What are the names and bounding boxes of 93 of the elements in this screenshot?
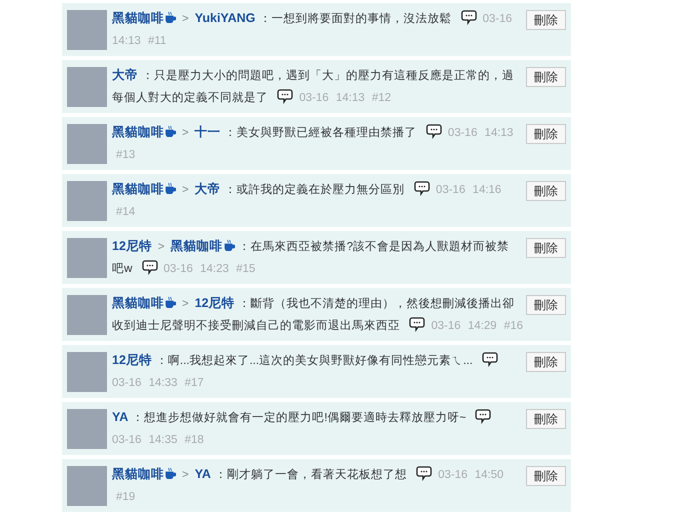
comment-icon[interactable]	[142, 259, 158, 275]
comment-date: 03-16	[299, 92, 329, 104]
comment-date: 03-16	[482, 13, 512, 25]
delete-button[interactable]: 刪除	[526, 409, 566, 429]
coffee-cup-icon	[165, 296, 176, 308]
coffee-cup-icon	[165, 182, 176, 194]
coffee-cup-icon	[224, 239, 235, 251]
comment-time: 14:13	[484, 127, 514, 139]
user-name-link[interactable]: 黑貓咖啡	[112, 182, 164, 196]
comment-text: ：只是壓力大小的問題吧，遇到「大」的壓力有這種反應是正常的，過	[142, 70, 514, 82]
comment-time: 14:33	[148, 377, 178, 389]
floor-number: #15	[236, 263, 256, 275]
comment-icon[interactable]	[409, 316, 426, 332]
user-name-link[interactable]: 大帝	[112, 68, 138, 82]
comment-icon[interactable]	[426, 123, 442, 139]
comment-time: 14:16	[472, 184, 502, 196]
coffee-cup-icon	[165, 125, 176, 137]
floor-number: #14	[116, 206, 136, 218]
floor-number: #16	[504, 320, 523, 332]
coffee-cup-icon	[165, 11, 176, 23]
delete-button[interactable]: 刪除	[526, 238, 566, 258]
user-name-link[interactable]: 黑貓咖啡	[112, 125, 164, 139]
comment-text: ：在馬來西亞被禁播?該不會是因為人獸題材而被禁	[238, 241, 510, 253]
comment-text: ：一想到將要面對的事情，沒法放鬆	[259, 13, 452, 25]
user-name-link[interactable]: 黑貓咖啡	[170, 239, 223, 253]
user-name-link[interactable]: 黑貓咖啡	[112, 11, 164, 25]
comment-time: 14:13	[336, 92, 365, 104]
avatar-placeholder	[67, 67, 107, 107]
floor-number: #12	[372, 92, 391, 104]
comment-text: ：或許我的定義在於壓力無分區別	[224, 184, 405, 196]
comment-time: 14:13	[112, 35, 141, 47]
comment-date: 03-16	[164, 263, 193, 275]
user-name-link[interactable]: 12尼特	[112, 239, 152, 253]
delete-button[interactable]: 刪除	[526, 67, 566, 87]
avatar-placeholder	[67, 10, 107, 50]
delete-button[interactable]: 刪除	[526, 352, 566, 372]
comment-icon[interactable]	[416, 465, 432, 481]
comment-icon[interactable]	[414, 180, 430, 196]
comment-text: 吧w	[112, 263, 132, 275]
reply-arrow: >	[182, 13, 189, 25]
user-name-link[interactable]: YA	[194, 467, 211, 481]
comment-text: ：剛才躺了一會，看著天花板想了想	[214, 469, 407, 481]
user-name-link[interactable]: 十一	[194, 125, 221, 139]
comment-icon[interactable]	[482, 351, 498, 367]
comment-date: 03-16	[448, 127, 478, 139]
floor-number: #11	[148, 35, 166, 47]
avatar-placeholder	[67, 352, 107, 392]
comment-text: 收到迪士尼聲明不接受刪減自己的電影而退出馬來西亞	[112, 320, 400, 332]
comment-time: 14:29	[468, 320, 497, 332]
reply-arrow: >	[182, 184, 189, 196]
comment-time: 14:23	[200, 263, 229, 275]
comment-date: 03-16	[112, 434, 142, 446]
coffee-cup-icon	[165, 467, 176, 479]
reply-arrow: >	[182, 469, 189, 481]
avatar-placeholder	[67, 181, 107, 221]
user-name-link[interactable]: 12尼特	[194, 296, 235, 310]
delete-button[interactable]: 刪除	[526, 181, 566, 201]
delete-button[interactable]: 刪除	[526, 124, 566, 144]
comment-text: ：斷背（我也不清楚的理由），然後想刪減後播出卻	[238, 298, 515, 310]
user-name-link[interactable]: 12尼特	[112, 353, 152, 367]
user-name-link[interactable]: 大帝	[194, 182, 221, 196]
avatar-placeholder	[67, 124, 107, 164]
avatar-placeholder	[67, 295, 107, 335]
comment-time: 14:35	[148, 434, 178, 446]
delete-button[interactable]: 刪除	[526, 295, 566, 315]
comment-text: ：美女與野獸已經被各種理由禁播了	[224, 127, 417, 139]
floor-number: #18	[184, 434, 204, 446]
comment-text: ：啊...我想起來了...這次的美女與野獸好像有同性戀元素ㄟ...	[156, 355, 473, 367]
comment-icon[interactable]	[475, 408, 492, 424]
comment-icon[interactable]	[277, 88, 294, 104]
reply-arrow: >	[182, 127, 189, 139]
avatar-placeholder	[67, 238, 107, 278]
avatar-placeholder	[67, 466, 107, 506]
delete-button[interactable]: 刪除	[526, 466, 566, 486]
floor-number: #17	[184, 377, 204, 389]
delete-button[interactable]: 刪除	[526, 10, 566, 30]
comment-icon[interactable]	[460, 9, 477, 25]
reply-arrow: >	[158, 241, 165, 253]
comment-date: 03-16	[431, 320, 461, 332]
user-name-link[interactable]: 黑貓咖啡	[112, 296, 164, 310]
comment-date: 03-16	[438, 469, 468, 481]
user-name-link[interactable]: YukiYANG	[194, 11, 256, 25]
user-name-link[interactable]: 黑貓咖啡	[112, 467, 164, 481]
comment-date: 03-16	[112, 377, 142, 389]
user-name-link[interactable]: YA	[112, 410, 128, 424]
comment-text: ：想進步想做好就會有一定的壓力吧!偶爾要適時去釋放壓力呀~	[132, 412, 466, 424]
floor-number: #19	[116, 491, 136, 503]
comment-date: 03-16	[436, 184, 466, 196]
comment-time: 14:50	[474, 469, 504, 481]
comment-text: 每個人對大的定義不同就是了	[112, 92, 268, 104]
reply-arrow: >	[182, 298, 189, 310]
avatar-placeholder	[67, 409, 107, 449]
floor-number: #13	[116, 149, 136, 161]
